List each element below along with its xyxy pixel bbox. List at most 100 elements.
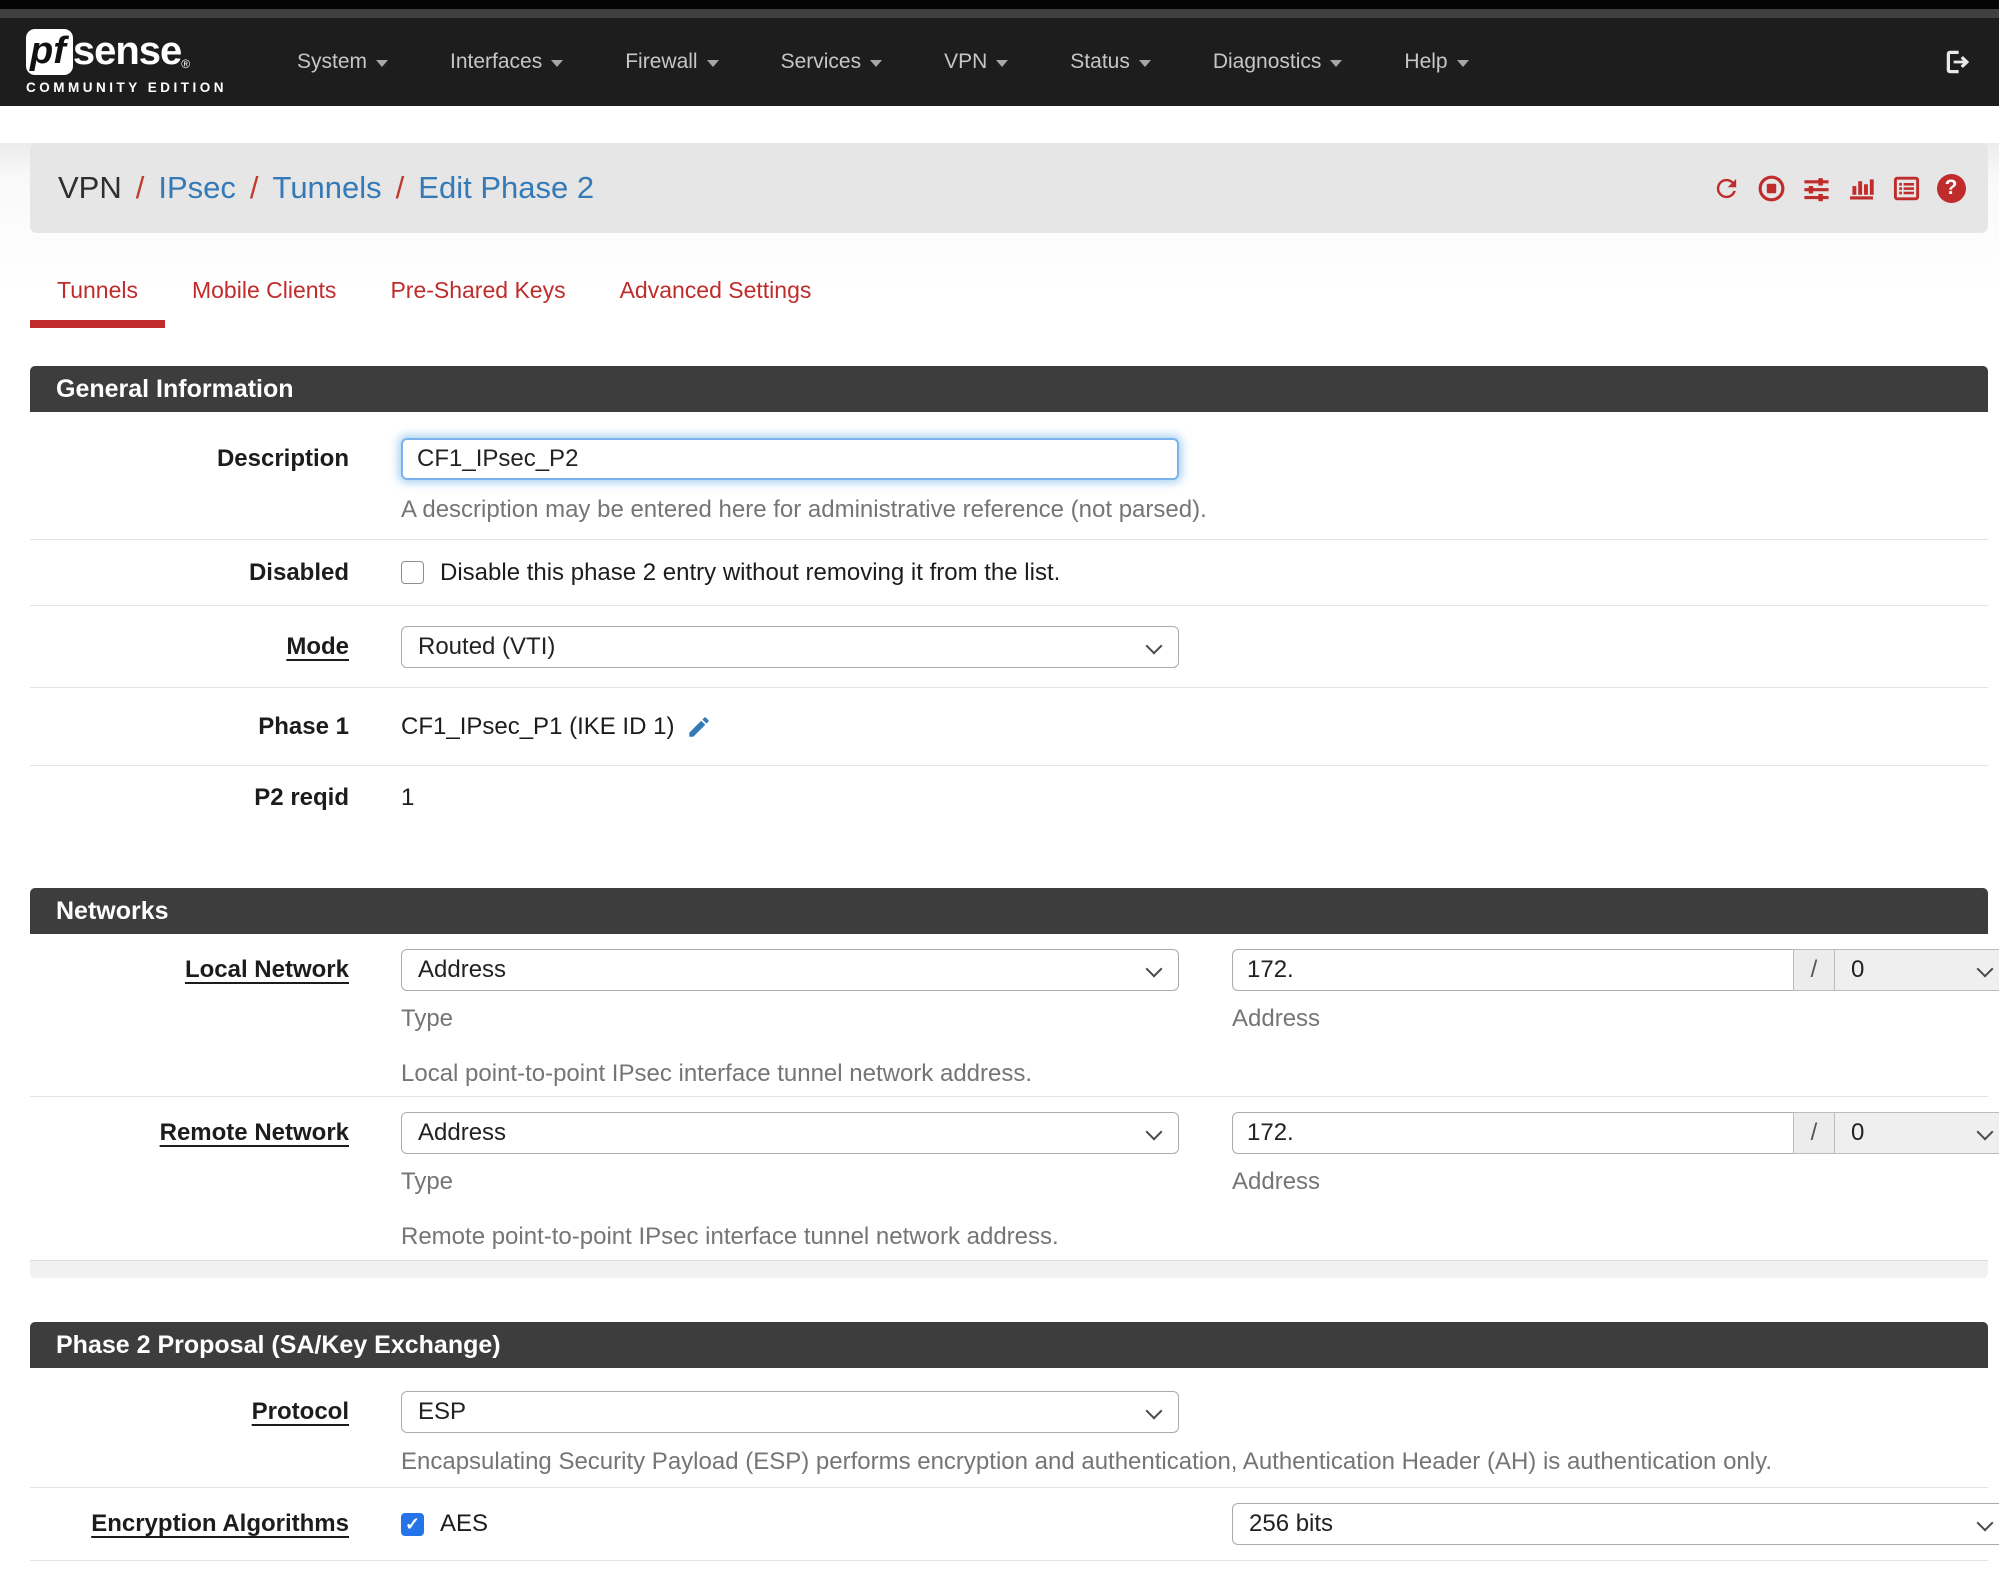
logo-sense-text: sense [72, 29, 182, 73]
chevron-down-icon [1976, 960, 1994, 978]
aes-checkbox[interactable]: ✓ [401, 1512, 424, 1536]
chevron-down-icon [1145, 960, 1163, 978]
aes-label: AES [440, 1510, 489, 1537]
top-navbar: pf sense ® COMMUNITY EDITION System Inte… [0, 18, 1999, 106]
remote-type-help: Type [401, 1168, 454, 1195]
tab-advanced-settings[interactable]: Advanced Settings [593, 266, 839, 328]
local-address-input[interactable]: 172. [1232, 949, 1793, 991]
chevron-down-icon [1138, 60, 1151, 67]
page-content: VPN / IPsec / Tunnels / Edit Phase 2 ? T… [0, 143, 1999, 1573]
tab-tunnels[interactable]: Tunnels [30, 266, 165, 328]
local-network-row: Local Network Address Type Local point-t… [30, 934, 1999, 1097]
remote-network-help: Remote point-to-point IPsec interface tu… [401, 1223, 1059, 1250]
chevron-down-icon [1456, 60, 1469, 67]
chevron-down-icon [376, 60, 389, 67]
nav-item-help[interactable]: Help [1404, 50, 1469, 74]
restart-service-button[interactable] [1711, 173, 1741, 203]
local-mask-select[interactable]: 0 [1835, 949, 1999, 991]
nav-item-services[interactable]: Services [781, 50, 883, 74]
phase1-value: CF1_IPsec_P1 (IKE ID 1) [401, 712, 675, 740]
p2reqid-value: 1 [401, 784, 415, 811]
pfsense-logo[interactable]: pf sense ® COMMUNITY EDITION [26, 29, 227, 95]
encryption-row-aes128gcm: AES128-GCM Auto [30, 1561, 1988, 1573]
protocol-row: Protocol ESP Encapsulating Security Payl… [30, 1368, 1988, 1488]
mode-select[interactable]: Routed (VTI) [401, 625, 1179, 668]
section-title-proposal: Phase 2 Proposal (SA/Key Exchange) [30, 1322, 1988, 1368]
bar-chart-icon [1849, 178, 1874, 199]
disabled-row: Disabled Disable this phase 2 entry with… [30, 540, 1988, 606]
sliders-icon [1803, 177, 1829, 201]
description-input[interactable]: CF1_IPsec_P2 [401, 438, 1179, 480]
sign-out-icon [1946, 50, 1970, 74]
slash-separator: / [1793, 949, 1835, 991]
nav-item-vpn[interactable]: VPN [944, 50, 1009, 74]
breadcrumb-ipsec-link[interactable]: IPsec [158, 170, 236, 206]
window-top-strip-light [0, 9, 1999, 18]
remote-address-input[interactable]: 172. [1232, 1112, 1793, 1154]
disabled-checkbox[interactable] [401, 561, 424, 584]
help-button[interactable]: ? [1936, 173, 1966, 203]
stop-circle-icon [1758, 175, 1784, 201]
breadcrumb-actions: ? [1711, 173, 1966, 203]
remote-mask-select[interactable]: 0 [1835, 1112, 1999, 1154]
phase1-label: Phase 1 [258, 712, 349, 740]
networks-panel: Networks Local Network Address Type Loca… [30, 888, 1999, 1278]
local-network-type-select[interactable]: Address [401, 949, 1179, 991]
disabled-checkbox-label: Disable this phase 2 entry without remov… [440, 558, 1061, 586]
logo-subtitle: COMMUNITY EDITION [26, 80, 227, 95]
chevron-down-icon [1145, 1123, 1163, 1141]
protocol-label: Protocol [251, 1398, 349, 1425]
local-address-help: Address [1232, 1005, 1321, 1032]
navbar-menu: System Interfaces Firewall Services VPN … [297, 50, 1469, 74]
tab-mobile-clients[interactable]: Mobile Clients [165, 266, 363, 328]
chevron-down-icon [1976, 1514, 1994, 1532]
aes-bits-select[interactable]: 256 bits [1232, 1503, 1999, 1545]
chevron-down-icon [551, 60, 564, 67]
remote-network-label: Remote Network [159, 1119, 349, 1146]
edit-pencil-icon[interactable] [686, 714, 712, 740]
remote-network-row: Remote Network Address Type Remote point… [30, 1097, 1999, 1260]
local-network-help: Local point-to-point IPsec interface tun… [401, 1060, 1033, 1087]
chevron-down-icon [1145, 1402, 1163, 1420]
networks-panel-footer [30, 1260, 1988, 1278]
nav-item-system[interactable]: System [297, 50, 389, 74]
refresh-icon [1716, 178, 1736, 198]
chevron-down-icon [706, 60, 719, 67]
p2reqid-row: P2 reqid 1 [30, 766, 1988, 830]
tab-bar: Tunnels Mobile Clients Pre-Shared Keys A… [30, 266, 1988, 328]
chevron-down-icon [1976, 1123, 1994, 1141]
nav-item-interfaces[interactable]: Interfaces [450, 50, 564, 74]
phase1-row: Phase 1 CF1_IPsec_P1 (IKE ID 1) [30, 688, 1988, 766]
breadcrumb-edit-phase2-link[interactable]: Edit Phase 2 [418, 170, 594, 206]
mode-label: Mode [286, 632, 349, 660]
nav-item-diagnostics[interactable]: Diagnostics [1213, 50, 1343, 74]
disabled-label: Disabled [248, 558, 349, 586]
section-title-general: General Information [30, 366, 1988, 412]
stop-service-button[interactable] [1756, 173, 1786, 203]
window-top-strip [0, 0, 1999, 9]
status-button[interactable] [1846, 173, 1876, 203]
local-type-help: Type [401, 1005, 454, 1032]
general-information-panel: General Information Description CF1_IPse… [30, 366, 1988, 830]
remote-network-type-select[interactable]: Address [401, 1112, 1179, 1154]
chevron-down-icon [996, 60, 1009, 67]
nav-item-status[interactable]: Status [1070, 50, 1151, 74]
p2reqid-label: P2 reqid [254, 784, 349, 811]
view-log-button[interactable] [1891, 173, 1921, 203]
protocol-help: Encapsulating Security Payload (ESP) per… [401, 1448, 1772, 1475]
mode-row: Mode Routed (VTI) [30, 606, 1988, 688]
description-label: Description [216, 445, 349, 472]
local-network-label: Local Network [184, 956, 349, 983]
description-row: Description CF1_IPsec_P2 A description m… [30, 412, 1988, 540]
chevron-down-icon [870, 60, 883, 67]
related-settings-button[interactable] [1801, 173, 1831, 203]
log-list-icon [1893, 176, 1919, 200]
nav-item-firewall[interactable]: Firewall [625, 50, 719, 74]
section-title-networks: Networks [30, 888, 1988, 934]
protocol-select[interactable]: ESP [401, 1391, 1179, 1433]
tab-pre-shared-keys[interactable]: Pre-Shared Keys [363, 266, 592, 328]
sign-out-button[interactable] [1943, 47, 1973, 77]
breadcrumb-tunnels-link[interactable]: Tunnels [273, 170, 382, 206]
chevron-down-icon [1145, 637, 1163, 654]
phase2-proposal-panel: Phase 2 Proposal (SA/Key Exchange) Proto… [30, 1322, 1999, 1573]
